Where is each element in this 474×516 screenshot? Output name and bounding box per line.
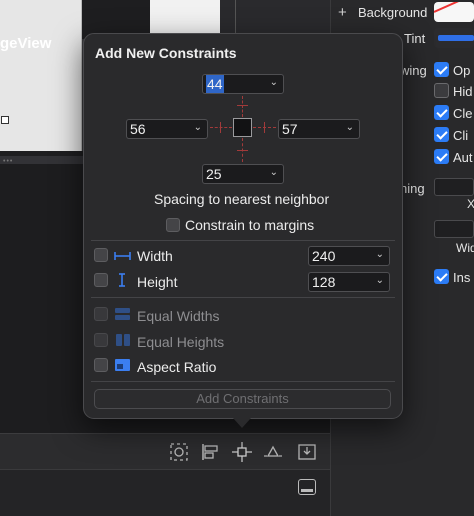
- selected-view-box: [233, 118, 252, 137]
- height-constraint-icon: [119, 273, 125, 287]
- update-frames-icon[interactable]: [169, 442, 189, 462]
- resize-handle[interactable]: [1, 116, 9, 124]
- constrain-margins-label: Constrain to margins: [185, 217, 315, 233]
- top-spacing-value: 44: [206, 75, 224, 93]
- separator: [91, 381, 395, 382]
- spacing-label: Spacing to nearest neighbor: [154, 191, 330, 207]
- clears-graphics-checkbox[interactable]: [434, 105, 449, 120]
- aspect-ratio-label: Aspect Ratio: [137, 359, 217, 375]
- autoresize-checkbox[interactable]: [434, 149, 449, 164]
- layout-toolbar: [0, 433, 330, 469]
- hidden-label: Hid: [453, 84, 473, 99]
- equal-heights-icon: [116, 334, 130, 346]
- resolve-issues-icon[interactable]: [263, 442, 283, 462]
- image-view-label: geView: [0, 35, 52, 52]
- embed-in-icon[interactable]: [297, 442, 317, 462]
- separator: [91, 240, 395, 241]
- opaque-checkbox[interactable]: [434, 62, 449, 77]
- width-constraint-icon: [114, 252, 131, 260]
- top-constraint-beam[interactable]: [242, 96, 243, 117]
- image-view[interactable]: [0, 0, 82, 151]
- installed-label: Ins: [453, 270, 471, 285]
- stretching-width-label: Wid: [456, 241, 474, 255]
- chevron-down-icon[interactable]: ⌄: [194, 119, 202, 137]
- width-label: Width: [137, 248, 173, 264]
- stretching-x-field[interactable]: [434, 178, 474, 196]
- equal-heights-checkbox[interactable]: [94, 333, 108, 347]
- debug-area-toggle-icon[interactable]: [298, 479, 316, 495]
- chevron-down-icon[interactable]: ⌄: [346, 119, 354, 137]
- add-constraints-button[interactable]: Add Constraints: [94, 389, 391, 409]
- right-spacing-value: 57: [282, 121, 298, 137]
- top-constraint-tick: [237, 105, 248, 106]
- chevron-down-icon[interactable]: ⌄: [270, 164, 278, 182]
- bottom-bar: [0, 469, 330, 516]
- equal-widths-label: Equal Widths: [137, 308, 220, 324]
- equal-widths-icon: [115, 308, 130, 320]
- background-label: Background: [358, 5, 428, 20]
- popover-title: Add New Constraints: [95, 45, 237, 61]
- clears-graphics-label: Cle: [453, 106, 473, 121]
- clip-to-bounds-checkbox[interactable]: [434, 127, 449, 142]
- left-spacing-value: 56: [130, 121, 146, 137]
- aspect-ratio-icon: [115, 359, 130, 371]
- align-icon[interactable]: [200, 442, 220, 462]
- bottom-spacing-field[interactable]: 25 ⌄: [202, 164, 284, 184]
- height-value: 128: [312, 274, 336, 290]
- right-constraint-tick: [264, 122, 265, 133]
- height-value-field[interactable]: 128 ⌄: [308, 272, 390, 292]
- equal-widths-checkbox[interactable]: [94, 307, 108, 321]
- height-label: Height: [137, 274, 178, 290]
- chevron-down-icon[interactable]: ⌄: [376, 246, 384, 264]
- width-value: 240: [312, 248, 336, 264]
- drawing-label: wing: [400, 63, 427, 78]
- installed-checkbox[interactable]: [434, 269, 449, 284]
- add-variation-icon[interactable]: +: [338, 4, 347, 21]
- stretching-label: hing: [400, 181, 425, 196]
- tint-color-well[interactable]: [434, 28, 474, 48]
- clip-to-bounds-label: Cli: [453, 128, 469, 143]
- popover-arrow: [233, 418, 251, 428]
- left-constraint-beam[interactable]: [210, 127, 232, 128]
- hidden-checkbox[interactable]: [434, 83, 449, 98]
- add-constraints-icon[interactable]: [232, 442, 252, 462]
- right-spacing-field[interactable]: 57 ⌄: [278, 119, 360, 139]
- width-value-field[interactable]: 240 ⌄: [308, 246, 390, 266]
- background-color-well[interactable]: [434, 2, 474, 22]
- separator: [91, 297, 395, 298]
- bottom-spacing-value: 25: [206, 166, 222, 182]
- tint-label: Tint: [404, 31, 426, 46]
- stretching-width-field[interactable]: [434, 220, 474, 238]
- equal-heights-label: Equal Heights: [137, 334, 225, 350]
- chevron-down-icon[interactable]: ⌄: [376, 272, 384, 290]
- constrain-margins-checkbox[interactable]: [166, 218, 180, 232]
- chevron-down-icon[interactable]: ⌄: [270, 74, 278, 92]
- bottom-constraint-tick: [237, 150, 248, 151]
- left-constraint-tick: [220, 122, 221, 133]
- stretching-x-label: X: [467, 197, 474, 211]
- height-checkbox[interactable]: [94, 273, 108, 287]
- opaque-label: Op: [453, 63, 471, 78]
- left-spacing-field[interactable]: 56 ⌄: [126, 119, 208, 139]
- aspect-ratio-checkbox[interactable]: [94, 358, 108, 372]
- top-spacing-field[interactable]: 44 ⌄: [202, 74, 284, 94]
- width-checkbox[interactable]: [94, 248, 108, 262]
- autoresize-label: Aut: [453, 150, 473, 165]
